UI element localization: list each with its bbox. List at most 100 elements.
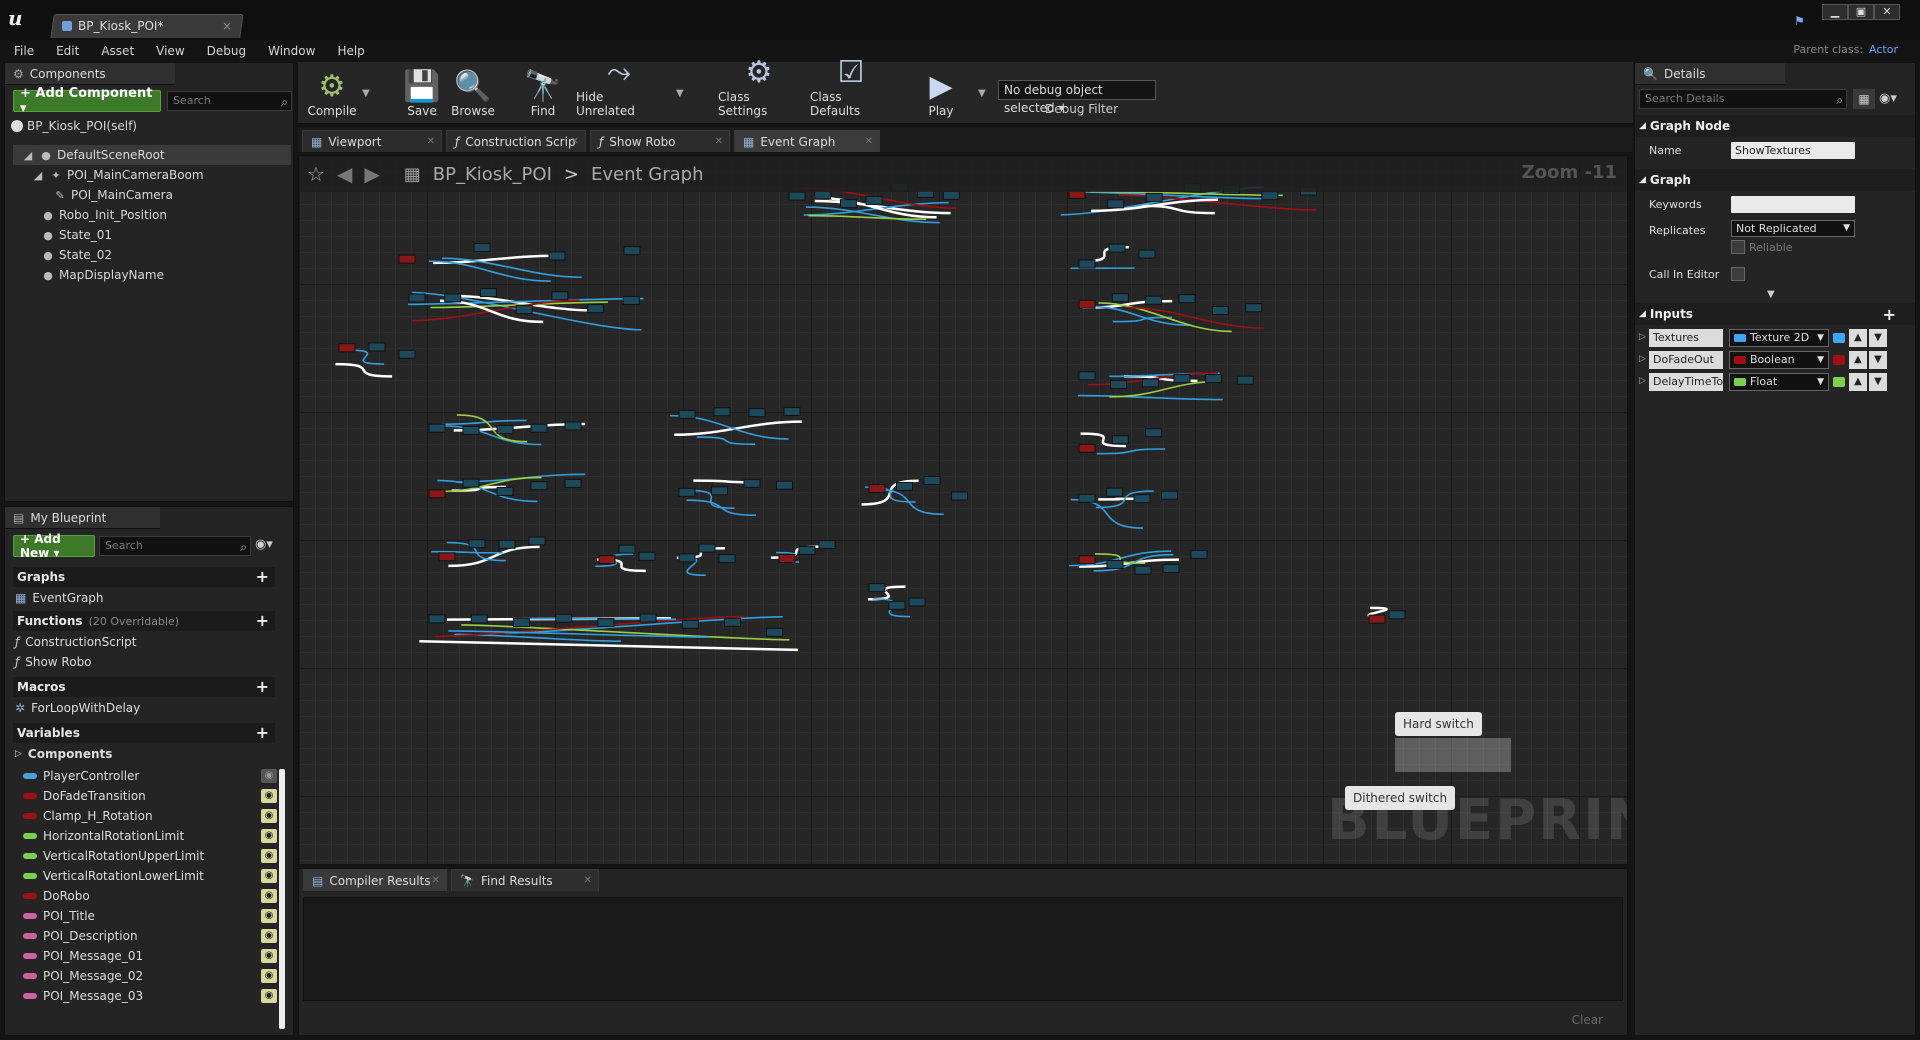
graph-node[interactable] [1205,374,1223,384]
container-type-icon[interactable] [1833,333,1845,343]
graph-node[interactable] [818,540,836,550]
graph-node[interactable] [398,349,416,359]
play-options-dropdown-icon[interactable]: ▼ [978,88,986,99]
graph-node[interactable] [1078,371,1096,381]
graph-node[interactable] [512,618,530,628]
graph-node[interactable] [587,304,605,314]
graph-node[interactable] [788,191,806,201]
favorite-star-icon[interactable]: ☆ [307,162,325,186]
graph-node-section-header[interactable]: ◢ Graph Node [1635,115,1915,137]
graph-node[interactable] [1111,435,1129,445]
variable-visibility-eye-icon[interactable]: ◉ [261,869,277,883]
my-blueprint-tab[interactable]: ▤ My Blueprint [5,507,160,529]
graph-node[interactable] [1138,249,1156,259]
variable-item[interactable]: POI_Description ◉ [15,926,283,946]
graph-node[interactable] [1245,303,1263,313]
variable-item[interactable]: POI_Message_03 ◉ [15,986,283,1006]
graph-node[interactable] [438,552,456,562]
graph-node[interactable] [548,251,566,261]
graph-node[interactable] [1111,293,1129,303]
graph-node[interactable] [462,478,480,488]
graph-node[interactable] [814,190,832,200]
graph-node[interactable] [681,619,699,629]
event-graph-canvas[interactable]: ☆ ◀ ▶ ▦ BP_Kiosk_POI > Event Graph Zoom … [298,155,1628,865]
variable-item[interactable]: POI_Title ◉ [15,906,283,926]
add-macro-icon[interactable]: + [256,677,269,696]
components-tab[interactable]: ⚙ Components [5,63,175,85]
details-tab[interactable]: 🔍 Details [1635,63,1785,85]
graph-node[interactable] [888,600,906,610]
class-settings-button[interactable]: ⚙ Class Settings [718,56,800,122]
graph-node[interactable] [428,489,446,499]
move-input-up-button[interactable]: ▲ [1849,373,1867,391]
function-item-constructionscript[interactable]: ƒ ConstructionScript [15,632,283,652]
add-graph-icon[interactable]: + [256,567,269,586]
menu-debug[interactable]: Debug [207,44,246,58]
graph-node[interactable] [408,293,426,303]
graph-node[interactable] [1173,374,1191,384]
container-type-icon[interactable] [1833,355,1845,365]
hide-unrelated-dropdown-icon[interactable]: ▼ [676,88,684,99]
variable-item[interactable]: Clamp_H_Rotation ◉ [15,806,283,826]
details-view-options-eye-icon[interactable]: ◉▾ [1879,91,1897,106]
tab-viewport[interactable]: ▦ Viewport ✕ [302,130,442,152]
node-name-input[interactable]: ShowTextures [1731,142,1855,159]
graph-node[interactable] [530,423,548,433]
tab-construction-script[interactable]: ƒ Construction Scrip ✕ [446,130,586,152]
graph-node[interactable] [1078,259,1096,269]
graph-node[interactable] [1261,191,1279,201]
macro-item-forloopwithdelay[interactable]: ✲ ForLoopWithDelay [15,698,283,718]
graph-node[interactable] [1145,192,1163,202]
replicates-select[interactable]: Not Replicated ▼ [1731,220,1855,237]
graph-node[interactable] [1107,199,1125,209]
graph-node[interactable] [496,486,514,496]
variable-visibility-eye-icon[interactable]: ◉ [261,789,277,803]
tree-item-robo-init-position[interactable]: ● Robo_Init_Position [41,206,167,224]
add-new-button[interactable]: + Add New ▾ [13,532,95,560]
variable-item[interactable]: PlayerController ◉ [15,766,283,786]
compile-button[interactable]: ⚙ Compile [304,64,360,122]
expand-arrow-icon[interactable]: ◢ [31,169,45,182]
my-blueprint-search-input[interactable]: Search ⌕ [99,536,251,556]
graph-node[interactable] [1162,563,1180,573]
advanced-expand-chevron-icon[interactable]: ▼ [1767,289,1775,300]
graph-node[interactable] [444,293,462,303]
add-component-button[interactable]: + Add Component ▾ [13,86,161,116]
reliable-checkbox[interactable] [1731,240,1745,254]
variable-item[interactable]: DoRobo ◉ [15,886,283,906]
graph-node[interactable] [530,481,548,491]
tab-close-icon[interactable]: ✕ [584,875,592,886]
input-expand-icon[interactable]: ▷ [1639,376,1646,386]
input-type-select[interactable]: Float ▼ [1729,373,1829,391]
graph-node[interactable] [1145,428,1163,438]
tree-item-defaultsceneroot[interactable]: ◢ ● DefaultSceneRoot [21,146,165,164]
graph-node[interactable] [718,554,736,564]
tab-find-results[interactable]: 🔭 Find Results ✕ [451,869,599,891]
graph-node[interactable] [766,627,784,637]
graph-node[interactable] [1190,549,1208,559]
graph-node[interactable] [896,481,913,491]
parent-class-link[interactable]: Actor [1869,43,1898,56]
graph-node[interactable] [1178,294,1196,304]
graph-node[interactable] [865,195,883,205]
variable-visibility-eye-icon[interactable]: ◉ [261,809,277,823]
graph-node[interactable] [1078,555,1096,565]
container-type-icon[interactable] [1833,377,1845,387]
graph-node[interactable] [951,491,968,501]
document-tab-close-icon[interactable]: × [222,19,232,33]
move-input-down-button[interactable]: ▼ [1869,373,1887,391]
input-expand-icon[interactable]: ▷ [1639,332,1646,342]
graph-node[interactable] [473,243,491,253]
graph-node[interactable] [1145,295,1163,305]
forward-arrow-icon[interactable]: ▶ [364,162,379,186]
tab-show-robo[interactable]: ƒ Show Robo ✕ [590,130,730,152]
graph-node[interactable] [597,618,615,628]
breadcrumb-root[interactable]: BP_Kiosk_POI [433,164,552,185]
graph-node[interactable] [798,545,816,555]
tab-compiler-results[interactable]: ▤ Compiler Results ✕ [303,869,447,891]
tab-close-icon[interactable]: ✕ [427,136,435,147]
inputs-section-header[interactable]: ◢ Inputs + [1635,303,1915,325]
compile-options-dropdown-icon[interactable]: ▼ [362,88,370,99]
graph-node[interactable] [639,613,657,623]
variable-item[interactable]: VerticalRotationLowerLimit ◉ [15,866,283,886]
